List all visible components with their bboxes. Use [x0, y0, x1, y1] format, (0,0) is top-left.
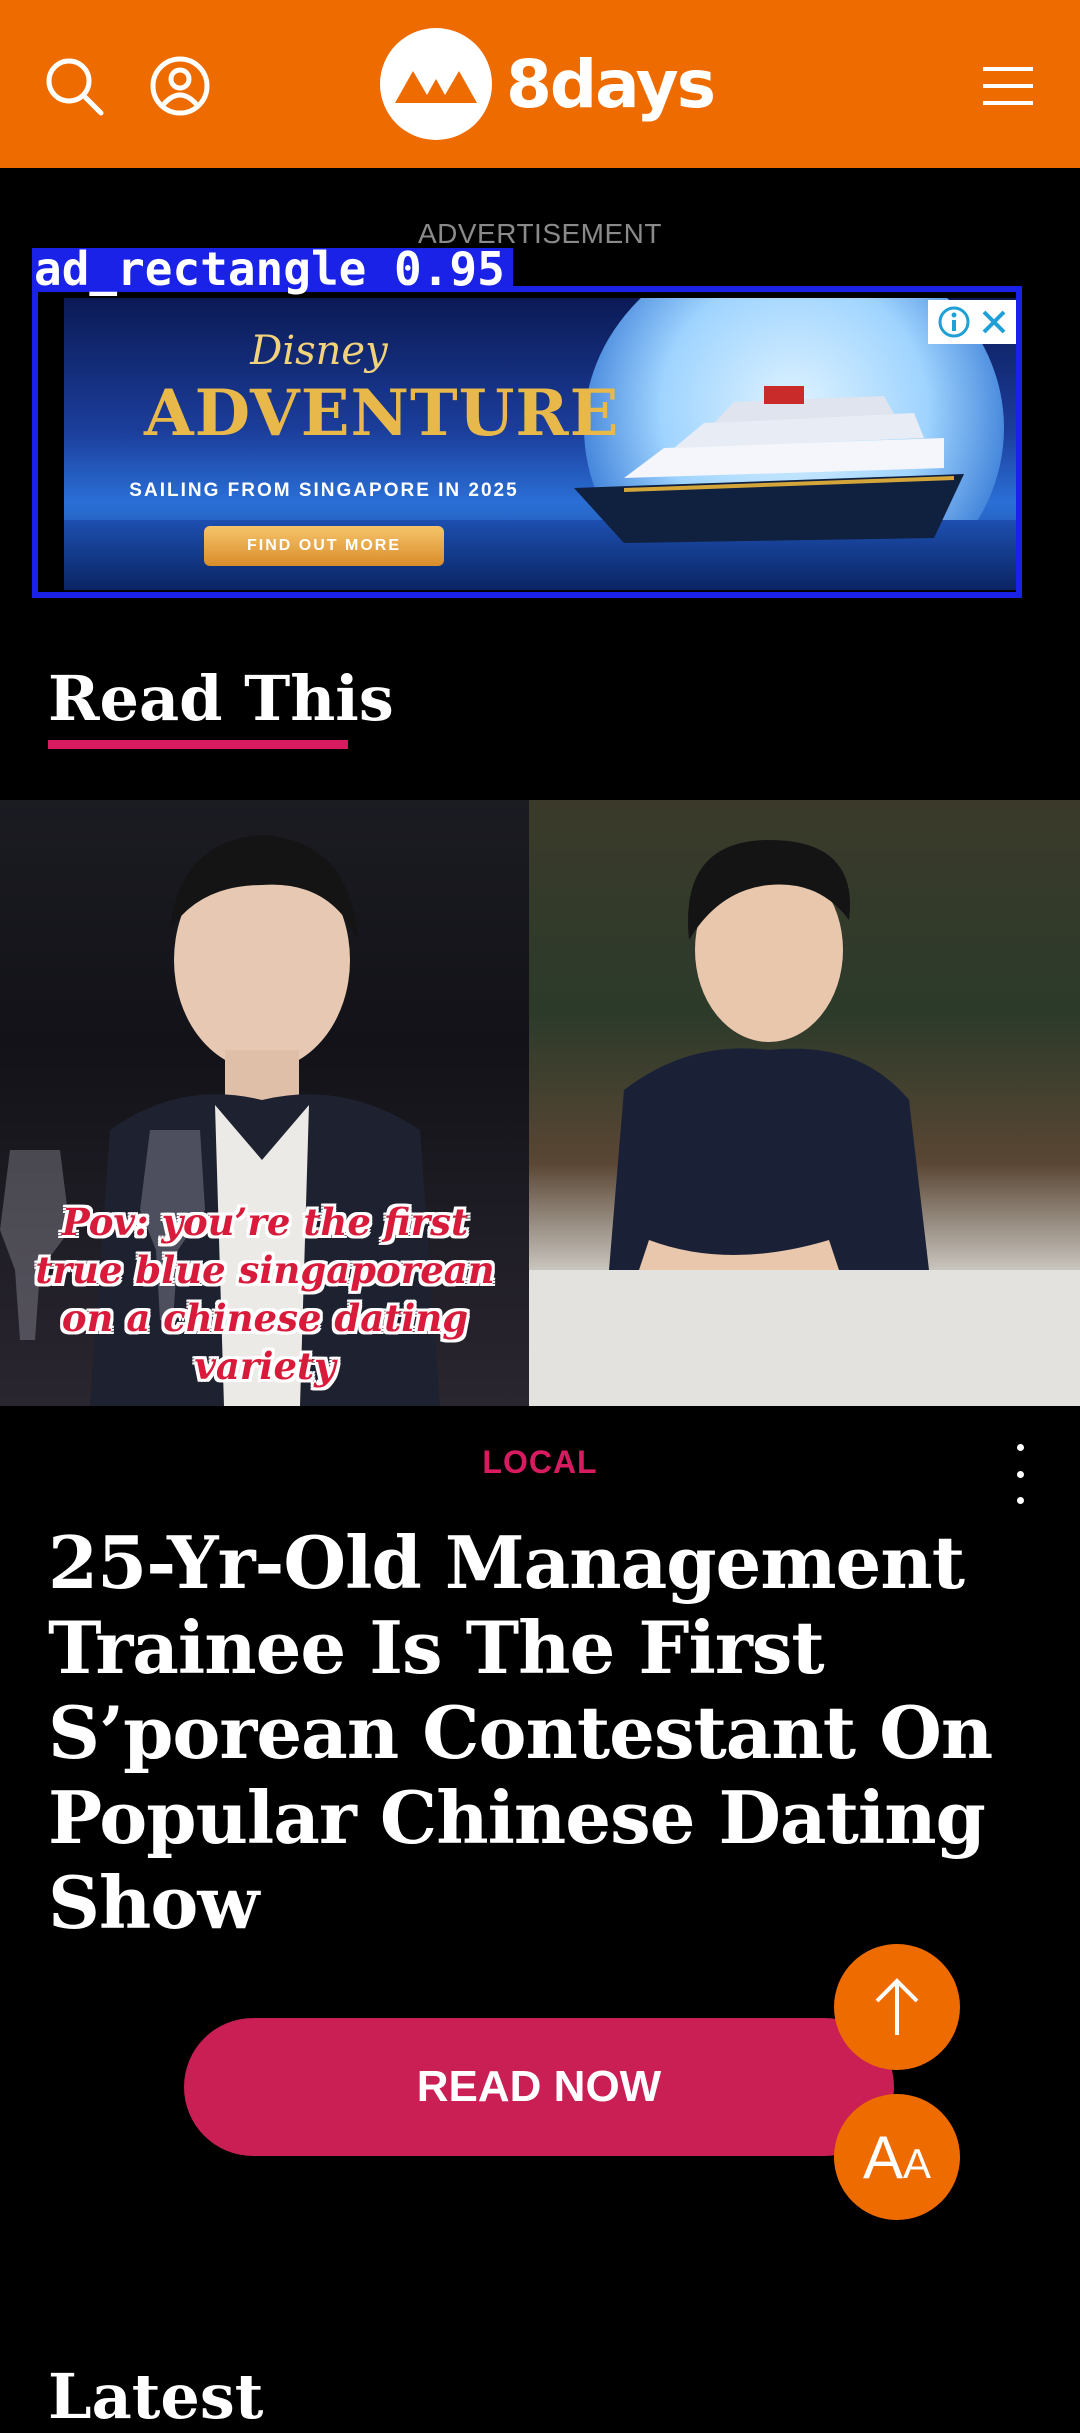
- site-logo[interactable]: 8days: [380, 28, 716, 140]
- logo-text: 8days: [506, 45, 716, 123]
- user-icon: [150, 56, 210, 116]
- font-size-button[interactable]: AA: [834, 2094, 960, 2220]
- more-options-icon[interactable]: [1000, 1444, 1040, 1504]
- scroll-to-top-button[interactable]: [834, 1944, 960, 2070]
- ad-cta-button[interactable]: FIND OUT MORE: [204, 526, 444, 566]
- ad-creative[interactable]: Disney ADVENTURE SAILING FROM SINGAPORE …: [64, 298, 1016, 590]
- ad-title: ADVENTURE: [144, 376, 620, 451]
- search-icon: [46, 58, 104, 116]
- hero-image-caption: Pov: you’re the first true blue singapor…: [35, 1200, 495, 1388]
- article-headline[interactable]: 25-Yr-Old Management Trainee Is The Firs…: [48, 1520, 1008, 1945]
- profile-button[interactable]: [144, 50, 216, 122]
- search-button[interactable]: [38, 50, 110, 122]
- info-icon[interactable]: [937, 305, 971, 339]
- section-underline: [48, 740, 348, 749]
- logo-mark-icon: [380, 28, 492, 140]
- arrow-up-icon: [875, 1978, 919, 2035]
- detection-tag: ad_rectangle 0.95: [32, 246, 513, 292]
- ad-brand: Disney: [250, 328, 388, 374]
- ad-banner[interactable]: Disney ADVENTURE SAILING FROM SINGAPORE …: [32, 286, 1022, 598]
- ad-choices[interactable]: [928, 300, 1016, 344]
- article-category[interactable]: LOCAL: [0, 1444, 1080, 1481]
- cruise-ship-graphic: [574, 386, 964, 543]
- read-now-button[interactable]: READ NOW: [184, 2018, 894, 2156]
- menu-button[interactable]: [972, 52, 1044, 120]
- article-hero-image[interactable]: Pov: you’re the first true blue singapor…: [0, 800, 1080, 1406]
- portrait-right-graphic: [529, 840, 1080, 1406]
- section-title: Read This: [48, 662, 394, 735]
- hero-image-right: [529, 800, 1080, 1406]
- hamburger-menu-icon: [983, 67, 1033, 105]
- top-navigation-bar: 8days: [0, 0, 1080, 168]
- font-size-icon: AA: [862, 2123, 932, 2191]
- latest-section-title: Latest: [48, 2360, 264, 2433]
- close-icon[interactable]: [979, 307, 1009, 337]
- ad-subtitle: SAILING FROM SINGAPORE IN 2025: [129, 480, 519, 501]
